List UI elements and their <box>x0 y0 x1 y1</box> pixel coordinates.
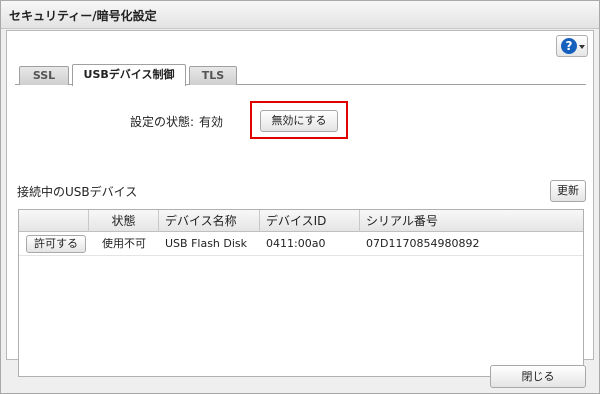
status-value: 有効 <box>199 115 224 129</box>
column-header-device-id[interactable]: デバイスID <box>260 210 360 232</box>
main-panel: ? SSL USBデバイス制御 TLS 設定の状態: 有効 無効にする 接続中の… <box>6 30 594 377</box>
usb-control-content: 設定の状態: 有効 無効にする 接続中のUSBデバイス 更新 状態 デバイス名称… <box>15 86 586 377</box>
table-header: 状態 デバイス名称 デバイスID シリアル番号 <box>19 210 583 232</box>
device-status: 使用不可 <box>102 237 146 250</box>
security-encryption-dialog: セキュリティー/暗号化設定 ? SSL USBデバイス制御 TLS 設定の状態:… <box>0 0 600 394</box>
tab-ssl[interactable]: SSL <box>19 66 69 85</box>
usb-device-table: 状態 デバイス名称 デバイスID シリアル番号 許可する 使用不可 USB Fl… <box>18 209 584 377</box>
help-icon: ? <box>561 38 577 54</box>
device-name: USB Flash Disk <box>165 237 248 250</box>
device-serial: 07D1170854980892 <box>366 237 480 250</box>
tab-tls[interactable]: TLS <box>189 66 237 85</box>
chevron-down-icon <box>579 45 585 49</box>
status-label: 設定の状態: <box>130 115 195 129</box>
column-header-serial[interactable]: シリアル番号 <box>360 210 583 232</box>
window-title: セキュリティー/暗号化設定 <box>9 9 157 23</box>
device-id: 0411:00a0 <box>266 237 326 250</box>
refresh-button[interactable]: 更新 <box>550 180 586 202</box>
column-header-device-name[interactable]: デバイス名称 <box>159 210 260 232</box>
title-bar: セキュリティー/暗号化設定 <box>1 1 599 29</box>
column-header-status[interactable]: 状態 <box>89 210 159 232</box>
close-button[interactable]: 閉じる <box>490 365 586 388</box>
tab-bar: SSL USBデバイス制御 TLS <box>15 64 586 86</box>
allow-button[interactable]: 許可する <box>26 235 86 253</box>
column-header-action <box>19 210 89 232</box>
disable-button[interactable]: 無効にする <box>260 110 338 132</box>
connected-devices-title: 接続中のUSBデバイス <box>17 185 138 199</box>
tab-usb-device-control[interactable]: USBデバイス制御 <box>72 64 186 86</box>
help-button[interactable]: ? <box>556 35 588 57</box>
table-row: 許可する 使用不可 USB Flash Disk 0411:00a0 07D11… <box>19 232 583 256</box>
